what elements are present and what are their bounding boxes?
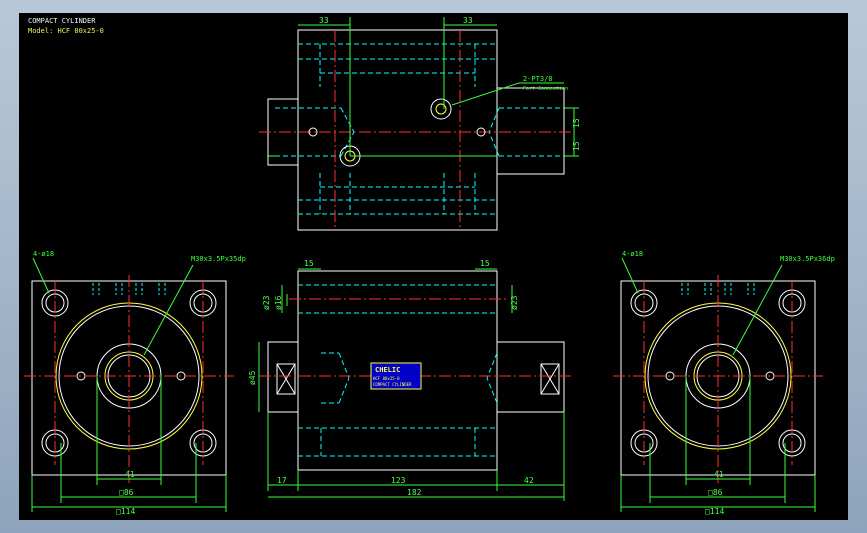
left-thread-callout: M30x3.5Px35dp bbox=[191, 255, 246, 263]
front-view: CHELIC HCF 80x25-0 COMPACT CYLINDER 15 1… bbox=[248, 259, 574, 501]
left-dim-86: □86 bbox=[119, 488, 134, 497]
drawing-title: COMPACT CYLINDER bbox=[28, 17, 96, 25]
left-holes-callout: 4-ø18 bbox=[33, 250, 54, 258]
front-dim-17: 17 bbox=[277, 476, 287, 485]
left-dim-41: 41 bbox=[125, 470, 135, 479]
right-end-view: 4-ø18 M30x3.5Px36dp 41 □86 □114 bbox=[613, 250, 835, 516]
front-dim-123: 123 bbox=[391, 476, 406, 485]
top-dim-left: 33 bbox=[319, 16, 329, 25]
nameplate-line2: COMPACT CYLINDER bbox=[373, 382, 412, 387]
right-dim-41: 41 bbox=[714, 470, 724, 479]
right-dim-114: □114 bbox=[705, 507, 724, 516]
front-dia-23-right: ø23 bbox=[510, 295, 519, 310]
front-dim-15-left: 15 bbox=[304, 259, 314, 268]
nameplate-line1: HCF 80x25-0 bbox=[373, 376, 400, 381]
right-holes-callout: 4-ø18 bbox=[622, 250, 643, 258]
port-note: Port Connection bbox=[523, 86, 568, 92]
nameplate-brand: CHELIC bbox=[375, 366, 400, 374]
top-view: 33 33 2-PT3/8 Port Connection 15 15 bbox=[259, 16, 581, 231]
front-dim-42: 42 bbox=[524, 476, 534, 485]
top-dim-right: 33 bbox=[463, 16, 473, 25]
left-dim-114: □114 bbox=[116, 507, 135, 516]
right-dim-86: □86 bbox=[708, 488, 723, 497]
drawing-model: Model: HCF 80x25-0 bbox=[28, 27, 104, 35]
front-dia-23-left: ø23 bbox=[262, 295, 271, 310]
drawing-svg: COMPACT CYLINDER Model: HCF 80x25-0 33 3… bbox=[24, 16, 835, 516]
front-dim-182: 182 bbox=[407, 488, 422, 497]
port-callout: 2-PT3/8 bbox=[523, 75, 553, 83]
top-dim-15-upper: 15 bbox=[572, 118, 581, 128]
right-thread-callout: M30x3.5Px36dp bbox=[780, 255, 835, 263]
top-dim-15-lower: 15 bbox=[572, 141, 581, 151]
cad-drawing-canvas[interactable]: COMPACT CYLINDER Model: HCF 80x25-0 33 3… bbox=[19, 13, 848, 520]
front-dim-15-right: 15 bbox=[480, 259, 490, 268]
front-dia-45: ø45 bbox=[248, 370, 257, 385]
front-dia-16: ø16 bbox=[274, 295, 283, 310]
left-end-view: 4-ø18 M30x3.5Px35dp 41 □86 □114 bbox=[24, 250, 246, 516]
